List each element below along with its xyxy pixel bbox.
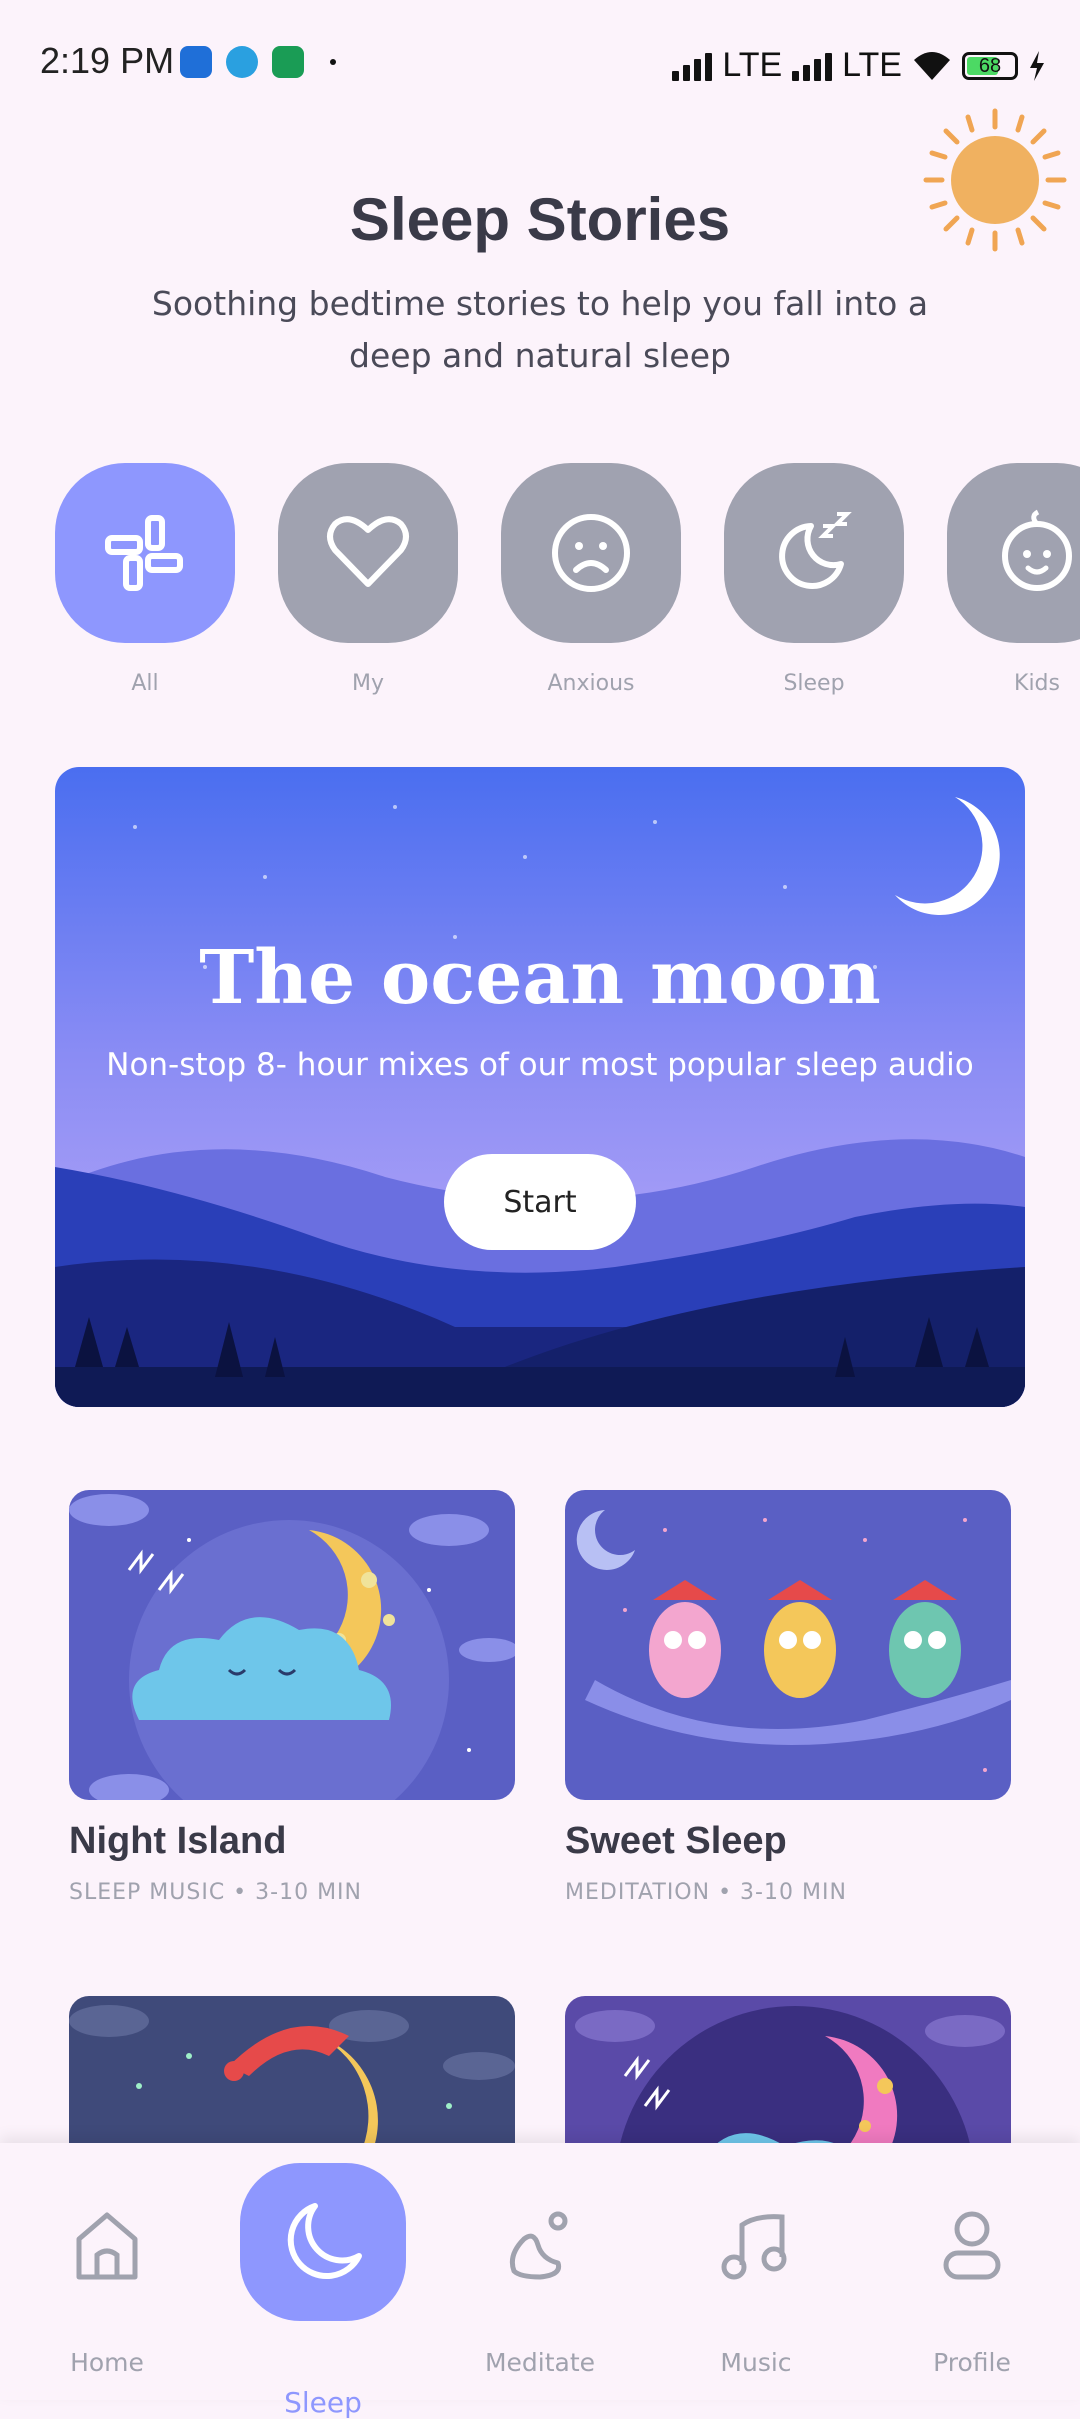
battery-level: 68 [978, 54, 1002, 77]
battery-icon: 68 [962, 51, 1018, 80]
charging-icon [1030, 50, 1044, 81]
network-label-2: LTE [842, 46, 902, 84]
card-title: Night Island [69, 1820, 287, 1862]
moon-icon [287, 2203, 362, 2280]
category-sleep[interactable]: Sleep [724, 463, 904, 696]
tab-label: Music [720, 2348, 792, 2377]
book-app-icon [272, 46, 304, 78]
tab-label: Home [70, 2348, 144, 2377]
category-all-tile [55, 463, 235, 643]
sleep-tab-active-bubble[interactable] [240, 2163, 406, 2321]
signal-icon-2 [792, 51, 833, 81]
featured-title: The ocean moon [199, 935, 881, 1021]
app-notification-icon [180, 46, 212, 78]
card-title: Sweet Sleep [565, 1820, 787, 1862]
dot-icon [330, 59, 336, 65]
category-anxious[interactable]: Anxious [501, 463, 681, 696]
heart-icon [327, 516, 409, 587]
status-bar: 2:19 PM LTE LTE 68 [0, 0, 1080, 120]
category-label: Kids [1014, 671, 1060, 696]
music-note-icon [721, 2214, 787, 2280]
category-kids[interactable]: Kids [947, 463, 1080, 696]
home-icon [76, 2212, 138, 2280]
sleeping-owls-illustration [565, 1490, 1011, 1800]
network-label: LTE [722, 46, 783, 84]
tab-profile[interactable]: Profile [882, 2143, 1062, 2400]
card-sweet-sleep[interactable]: Sweet Sleep MEDITATION • 3-10 MIN [565, 1490, 1011, 1905]
tab-label: Meditate [484, 2348, 596, 2377]
night-landscape-illustration [55, 767, 1025, 1407]
signal-icon [672, 51, 713, 81]
sad-face-icon [552, 514, 630, 592]
wifi-icon [914, 51, 950, 80]
moon-zzz-icon [779, 512, 852, 589]
category-label: Anxious [547, 671, 635, 696]
tab-label: Sleep [284, 2386, 362, 2419]
card-night-island[interactable]: Night Island SLEEP MUSIC • 3-10 MIN [69, 1490, 515, 1905]
baby-face-icon [1002, 509, 1072, 591]
category-list: All My Anxious Sleep Kids [55, 463, 1080, 713]
page-subtitle: Soothing bedtime stories to help you fal… [151, 284, 929, 375]
card-meta: MEDITATION • 3-10 MIN [565, 1880, 847, 1905]
bottom-tab-bar: Home Sleep Meditate Music Profile [0, 2143, 1080, 2419]
category-label: Sleep [783, 671, 845, 696]
category-anxious-tile [501, 463, 681, 643]
featured-banner[interactable]: The ocean moon Non-stop 8- hour mixes of… [55, 767, 1025, 1407]
featured-subtitle: Non-stop 8- hour mixes of our most popul… [106, 1047, 974, 1083]
page-title: Sleep Stories [349, 186, 731, 253]
tab-home[interactable]: Home [17, 2143, 197, 2400]
status-indicators: LTE LTE 68 [672, 46, 1046, 85]
start-button[interactable]: Start [444, 1154, 636, 1250]
telegram-icon [226, 46, 258, 78]
category-my-tile [278, 463, 458, 643]
grid-icon [105, 515, 183, 591]
meditate-icon [509, 2211, 568, 2280]
tab-meditate[interactable]: Meditate [450, 2143, 630, 2400]
category-label: My [351, 671, 384, 696]
category-all[interactable]: All [55, 463, 235, 696]
sleeping-cloud-illustration [69, 1490, 515, 1800]
status-time: 2:19 PM [40, 40, 175, 81]
category-sleep-tile [724, 463, 904, 643]
user-icon [943, 2211, 1001, 2280]
category-label: All [131, 671, 159, 696]
notification-icons [180, 46, 336, 78]
category-kids-tile [947, 463, 1080, 643]
tab-label: Profile [933, 2348, 1011, 2377]
tab-music[interactable]: Music [666, 2143, 846, 2400]
category-my[interactable]: My [278, 463, 458, 696]
card-meta: SLEEP MUSIC • 3-10 MIN [69, 1880, 362, 1905]
